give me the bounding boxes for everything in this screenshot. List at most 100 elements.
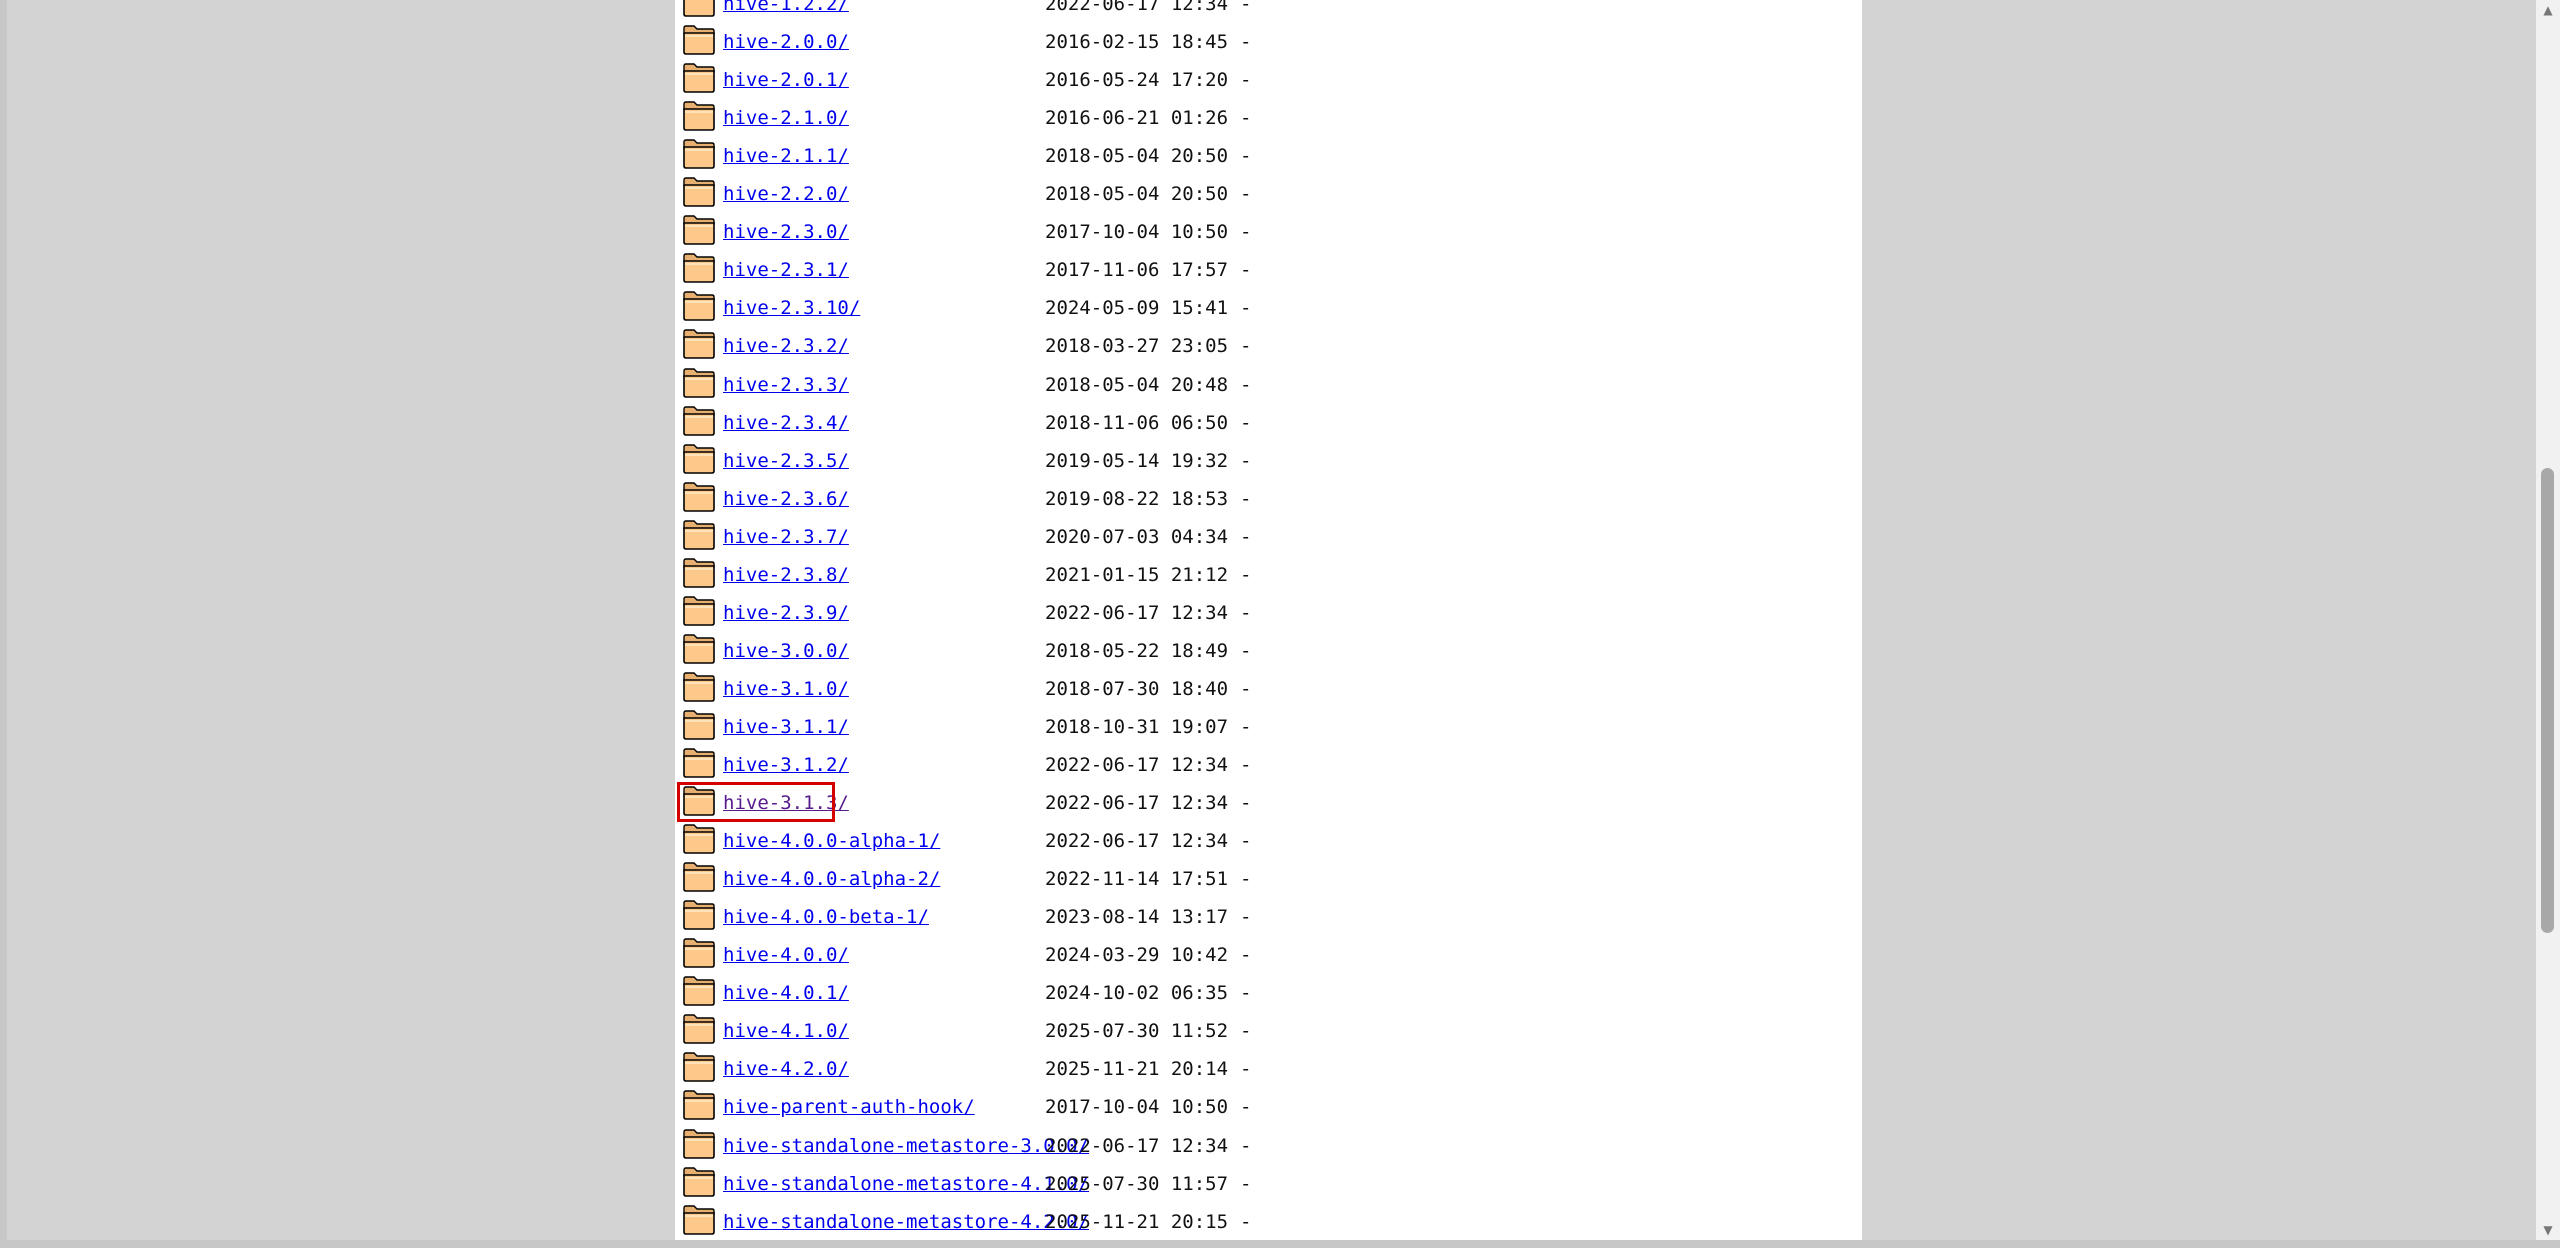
directory-link[interactable]: hive-4.2.0/ bbox=[723, 1057, 849, 1081]
folder-icon[interactable] bbox=[682, 558, 716, 588]
directory-link[interactable]: hive-2.3.7/ bbox=[723, 525, 849, 549]
directory-link[interactable]: hive-2.0.1/ bbox=[723, 68, 849, 92]
directory-link[interactable]: hive-3.1.0/ bbox=[723, 677, 849, 701]
directory-link[interactable]: hive-4.0.1/ bbox=[723, 981, 849, 1005]
file-size: - bbox=[1240, 411, 1252, 434]
vertical-scrollbar[interactable]: ▲ ▼ bbox=[2536, 0, 2560, 1240]
folder-icon[interactable] bbox=[682, 672, 716, 702]
folder-icon[interactable] bbox=[682, 0, 716, 17]
directory-link[interactable]: hive-2.3.9/ bbox=[723, 601, 849, 625]
directory-link[interactable]: hive-4.1.0/ bbox=[723, 1019, 849, 1043]
directory-link[interactable]: hive-1.2.2/ bbox=[723, 0, 849, 16]
folder-icon[interactable] bbox=[682, 405, 716, 436]
directory-link[interactable]: hive-2.1.0/ bbox=[723, 106, 849, 130]
last-modified-date: 2024-05-09 15:41 bbox=[1045, 297, 1229, 320]
folder-icon[interactable] bbox=[682, 634, 716, 664]
scrollbar-thumb[interactable] bbox=[2541, 468, 2554, 933]
folder-icon[interactable] bbox=[682, 900, 716, 930]
file-size: - bbox=[1240, 982, 1252, 1005]
last-modified-date: 2022-06-17 12:34 bbox=[1045, 0, 1229, 15]
scroll-down-arrow-icon[interactable]: ▼ bbox=[2536, 1220, 2560, 1240]
table-row: hive-2.0.0/2016-02-15 18:45- bbox=[675, 24, 1862, 62]
folder-icon[interactable] bbox=[682, 1128, 716, 1159]
folder-icon[interactable] bbox=[682, 1166, 716, 1197]
last-modified-date: 2025-07-30 11:52 bbox=[1045, 1020, 1229, 1043]
folder-icon[interactable] bbox=[682, 25, 716, 55]
folder-icon[interactable] bbox=[682, 63, 716, 93]
directory-link[interactable]: hive-standalone-metastore-3.0.0/ bbox=[723, 1134, 1089, 1158]
directory-link[interactable]: hive-2.3.5/ bbox=[723, 449, 849, 473]
directory-link[interactable]: hive-3.1.1/ bbox=[723, 715, 849, 739]
folder-icon[interactable] bbox=[682, 938, 716, 969]
directory-link[interactable]: hive-4.0.0/ bbox=[723, 943, 849, 967]
last-modified-date: 2022-06-17 12:34 bbox=[1045, 754, 1229, 776]
directory-link[interactable]: hive-2.2.0/ bbox=[723, 182, 849, 206]
folder-icon[interactable] bbox=[682, 139, 716, 169]
last-modified-date: 2023-08-14 13:17 bbox=[1045, 906, 1229, 929]
directory-link[interactable]: hive-4.0.0-alpha-2/ bbox=[723, 867, 940, 891]
folder-icon[interactable] bbox=[682, 1052, 716, 1083]
directory-link[interactable]: hive-2.1.1/ bbox=[723, 144, 849, 168]
file-size: - bbox=[1240, 145, 1252, 168]
folder-icon[interactable] bbox=[682, 976, 716, 1007]
folder-icon[interactable] bbox=[682, 177, 716, 208]
file-size: - bbox=[1240, 830, 1252, 853]
directory-link[interactable]: hive-3.1.2/ bbox=[723, 753, 849, 777]
folder-icon[interactable] bbox=[682, 596, 716, 626]
file-size: - bbox=[1240, 715, 1252, 738]
directory-link[interactable]: hive-2.3.0/ bbox=[723, 220, 849, 244]
file-size: - bbox=[1240, 563, 1252, 586]
file-size: - bbox=[1240, 639, 1252, 662]
folder-icon[interactable] bbox=[682, 1014, 716, 1045]
directory-link[interactable]: hive-standalone-metastore-4.1.0/ bbox=[723, 1172, 1089, 1196]
folder-icon[interactable] bbox=[682, 253, 716, 284]
table-row: hive-2.3.5/2019-05-14 19:32- bbox=[675, 443, 1862, 481]
directory-link[interactable]: hive-2.3.6/ bbox=[723, 487, 849, 511]
directory-link[interactable]: hive-3.1.3/ bbox=[723, 791, 849, 815]
last-modified-date: 2017-10-04 10:50 bbox=[1045, 1096, 1229, 1119]
directory-link[interactable]: hive-2.3.8/ bbox=[723, 563, 849, 587]
folder-icon[interactable] bbox=[682, 824, 716, 854]
table-row: hive-4.0.0-alpha-2/2022-11-14 17:51- bbox=[675, 861, 1862, 899]
table-row: hive-4.0.0/2024-03-29 10:42- bbox=[675, 937, 1862, 975]
folder-icon[interactable] bbox=[682, 443, 716, 474]
last-modified-date: 2018-05-04 20:48 bbox=[1045, 373, 1229, 396]
directory-link[interactable]: hive-2.3.3/ bbox=[723, 373, 849, 397]
directory-link[interactable]: hive-parent-auth-hook/ bbox=[723, 1095, 975, 1119]
file-size: - bbox=[1240, 373, 1252, 396]
directory-link[interactable]: hive-standalone-metastore-4.2.0/ bbox=[723, 1210, 1089, 1234]
folder-icon[interactable] bbox=[682, 862, 716, 892]
last-modified-date: 2017-10-04 10:50 bbox=[1045, 221, 1229, 244]
folder-icon[interactable] bbox=[682, 215, 716, 246]
table-row: hive-2.3.10/2024-05-09 15:41- bbox=[675, 290, 1862, 328]
file-size: - bbox=[1240, 601, 1252, 624]
table-row: hive-4.1.0/2025-07-30 11:52- bbox=[675, 1013, 1862, 1051]
directory-link[interactable]: hive-2.0.0/ bbox=[723, 30, 849, 54]
folder-icon[interactable] bbox=[682, 329, 716, 360]
directory-link[interactable]: hive-2.3.4/ bbox=[723, 411, 849, 435]
folder-icon[interactable] bbox=[682, 710, 716, 740]
last-modified-date: 2019-05-14 19:32 bbox=[1045, 449, 1229, 472]
last-modified-date: 2022-06-17 12:34 bbox=[1045, 792, 1229, 815]
folder-icon[interactable] bbox=[682, 367, 716, 398]
directory-link[interactable]: hive-2.3.2/ bbox=[723, 334, 849, 358]
folder-icon[interactable] bbox=[682, 1204, 716, 1235]
directory-link[interactable]: hive-4.0.0-beta-1/ bbox=[723, 905, 929, 929]
directory-link[interactable]: hive-2.3.10/ bbox=[723, 296, 860, 320]
folder-icon[interactable] bbox=[682, 519, 716, 550]
window-frame-bottom bbox=[0, 1240, 2560, 1248]
directory-link[interactable]: hive-2.3.1/ bbox=[723, 258, 849, 282]
table-row: hive-4.0.0-alpha-1/2022-06-17 12:34- bbox=[675, 823, 1862, 861]
scroll-up-arrow-icon[interactable]: ▲ bbox=[2536, 0, 2560, 20]
folder-icon[interactable] bbox=[682, 1090, 716, 1121]
folder-icon[interactable] bbox=[682, 291, 716, 322]
last-modified-date: 2018-05-04 20:50 bbox=[1045, 145, 1229, 168]
last-modified-date: 2016-05-24 17:20 bbox=[1045, 69, 1229, 92]
folder-icon[interactable] bbox=[682, 786, 716, 816]
directory-link[interactable]: hive-3.0.0/ bbox=[723, 639, 849, 663]
directory-link[interactable]: hive-4.0.0-alpha-1/ bbox=[723, 829, 940, 853]
folder-icon[interactable] bbox=[682, 481, 716, 512]
table-row: hive-2.3.7/2020-07-03 04:34- bbox=[675, 519, 1862, 557]
folder-icon[interactable] bbox=[682, 748, 716, 778]
folder-icon[interactable] bbox=[682, 101, 716, 131]
